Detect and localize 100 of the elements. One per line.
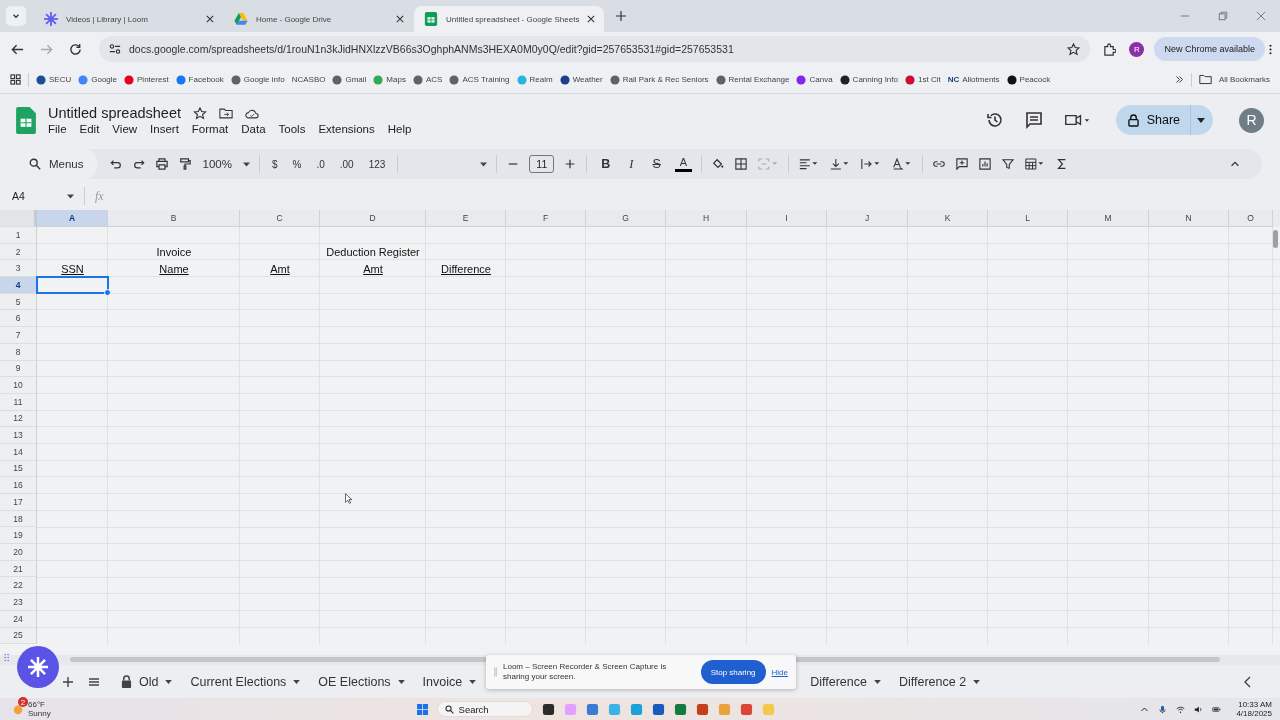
- stop-sharing-button[interactable]: Stop sharing: [700, 660, 766, 684]
- text-style-button[interactable]: A: [674, 156, 693, 172]
- sheet-tab-label: Current Elections: [190, 674, 287, 689]
- bookmark-link[interactable]: Facebook: [188, 75, 224, 84]
- table-cell: Name: [159, 262, 189, 275]
- text-style-button[interactable]: B: [596, 157, 616, 171]
- sheet-tab-label: OE Elections: [318, 674, 391, 689]
- menu-item[interactable]: Format: [191, 123, 229, 135]
- number-format-button[interactable]: .00: [336, 158, 357, 170]
- text-style-button[interactable]: S: [647, 157, 666, 171]
- sheet-tab-label: Invoice: [422, 674, 463, 689]
- tab-title: Home - Google Drive: [256, 14, 333, 24]
- address-bar[interactable]: docs.google.com/spreadsheets/d/1rouN1n3kJidHNXlzzVB66s3OghphANMs3HEXA0M0y0Q/edit?gid=257653531#gid=257653531: [99, 36, 1091, 62]
- bookmark-logo-text: NC: [947, 75, 960, 84]
- user-avatar[interactable]: R: [1239, 107, 1264, 133]
- sharing-message: Loom – Screen Recorder & Screen Capture is sharing your screen.: [503, 662, 668, 682]
- bookmark-link[interactable]: Rail Park & Rec Seniors: [622, 75, 709, 84]
- menu-item[interactable]: File: [48, 123, 67, 135]
- row-header[interactable]: 22: [0, 577, 37, 595]
- bookmark-link[interactable]: Gmail: [345, 75, 367, 84]
- spreadsheet-grid[interactable]: 1 2 Invoice Deduction Register 3 SSN Name Amt Amt Difference 4 5 6 7 8 9 10 11 12 13 14 15 16 17 18 19 20 21 22 23 24 25: [0, 227, 1280, 645]
- menu-item[interactable]: Tools: [278, 123, 306, 135]
- profile-avatar[interactable]: R: [1129, 41, 1145, 57]
- bookmark-link[interactable]: Weather: [572, 75, 603, 84]
- row-header[interactable]: 3: [0, 260, 37, 278]
- sheet-tab-label: Difference 2: [898, 674, 967, 689]
- number-format-button[interactable]: $: [268, 158, 281, 170]
- sheet-tab[interactable]: OE Elections: [311, 666, 412, 697]
- table-cell: Difference: [441, 262, 491, 275]
- menu-item[interactable]: Data: [241, 123, 266, 135]
- temperature-text: 66°F: [28, 700, 46, 709]
- row-header[interactable]: 16: [0, 477, 37, 494]
- sheet-tab[interactable]: Difference: [803, 666, 888, 697]
- browser-tab[interactable]: Untitled spreadsheet - Google Sheets: [414, 6, 604, 32]
- sheet-tab[interactable]: Difference 2: [891, 666, 988, 697]
- taskbar-search-field[interactable]: Search: [436, 701, 533, 717]
- search-placeholder: Search: [458, 703, 489, 715]
- sheet-tab-label: Difference: [810, 674, 867, 689]
- column-header[interactable]: A: [37, 210, 108, 227]
- number-format-button[interactable]: 123: [365, 158, 389, 170]
- table-cell: Deduction Register: [326, 246, 420, 259]
- row-header[interactable]: 20: [0, 544, 37, 561]
- bookmark-link[interactable]: 1st Cit: [918, 75, 941, 84]
- bookmark-link[interactable]: ACS: [425, 75, 443, 84]
- browser-tab[interactable]: Home - Google Drive: [224, 6, 414, 32]
- url-text: docs.google.com/spreadsheets/d/1rouN1n3kJidHNXlzzVB66s3OghphANMs3HEXA0M0y0Q/edit?gid=257653531#gid=257653531: [129, 43, 735, 55]
- name-box[interactable]: A4: [12, 190, 57, 202]
- hide-link[interactable]: Hide: [771, 667, 788, 677]
- tab-title: Videos | Library | Loom: [66, 14, 149, 24]
- menu-item[interactable]: Help: [387, 123, 412, 135]
- bookmark-link[interactable]: SECU: [49, 75, 72, 84]
- font-size-field[interactable]: 11: [529, 155, 555, 173]
- fx-label: fx: [95, 188, 104, 204]
- row-header[interactable]: 17: [0, 494, 37, 511]
- notification-count: 2: [18, 697, 28, 707]
- menus-search-field[interactable]: Menus: [49, 158, 84, 170]
- text-style-button[interactable]: I: [624, 156, 639, 172]
- number-format-button[interactable]: %: [289, 158, 305, 170]
- clock-time[interactable]: 10:33 AM: [1238, 700, 1272, 709]
- row-header[interactable]: 1: [0, 227, 37, 244]
- bookmark-link[interactable]: Canning Info: [852, 75, 898, 84]
- bookmark-link[interactable]: All Bookmarks: [1218, 75, 1270, 84]
- bookmark-link[interactable]: Realm: [529, 75, 553, 84]
- row-header[interactable]: 6: [0, 310, 37, 328]
- menu-item[interactable]: Insert: [150, 123, 179, 135]
- row-header[interactable]: 4: [0, 277, 37, 294]
- bookmark-link[interactable]: Google info: [243, 75, 285, 84]
- condition-text: Sunny: [28, 709, 51, 718]
- browser-tab[interactable]: Videos | Library | Loom: [34, 6, 224, 32]
- bookmark-link[interactable]: Allotments: [962, 75, 1000, 84]
- menu-item[interactable]: Edit: [79, 123, 100, 135]
- table-cell: SSN: [61, 262, 84, 275]
- row-header[interactable]: 10: [0, 377, 37, 394]
- bookmark-link[interactable]: Maps: [386, 75, 406, 84]
- bookmark-link[interactable]: Canva: [809, 75, 833, 84]
- table-cell: Invoice: [156, 246, 192, 259]
- row-header[interactable]: 13: [0, 427, 37, 444]
- table-cell: Amt: [270, 262, 290, 275]
- bookmark-link[interactable]: Rental Exchange: [728, 75, 790, 84]
- sheet-tab[interactable]: Current Elections: [183, 666, 308, 697]
- sheet-tab[interactable]: Old: [114, 666, 180, 697]
- document-title[interactable]: Untitled spreadsheet: [48, 105, 181, 121]
- sheet-tab-label: Old: [139, 674, 159, 689]
- menu-item[interactable]: View: [112, 123, 138, 135]
- bookmark-link[interactable]: Peacock: [1019, 75, 1051, 84]
- update-button[interactable]: New Chrome available: [1154, 37, 1265, 61]
- bookmark-link[interactable]: NCASBO: [291, 75, 326, 84]
- row-header[interactable]: 19: [0, 527, 37, 545]
- table-cell: Amt: [363, 262, 383, 275]
- menu-item[interactable]: Extensions: [318, 123, 375, 135]
- sheet-tab[interactable]: Invoice: [415, 666, 484, 697]
- bookmark-link[interactable]: ACS Training: [462, 75, 510, 84]
- row-header[interactable]: 7: [0, 327, 37, 344]
- number-format-button[interactable]: .0: [313, 158, 328, 170]
- clock-date[interactable]: 4/18/2025: [1236, 709, 1272, 718]
- row-header[interactable]: 23: [0, 594, 37, 611]
- bookmark-link[interactable]: Pinterest: [137, 75, 169, 84]
- tab-title: Untitled spreadsheet - Google Sheets: [446, 14, 580, 24]
- zoom-dropdown[interactable]: 100%: [200, 158, 234, 170]
- bookmark-link[interactable]: Google: [91, 75, 118, 84]
